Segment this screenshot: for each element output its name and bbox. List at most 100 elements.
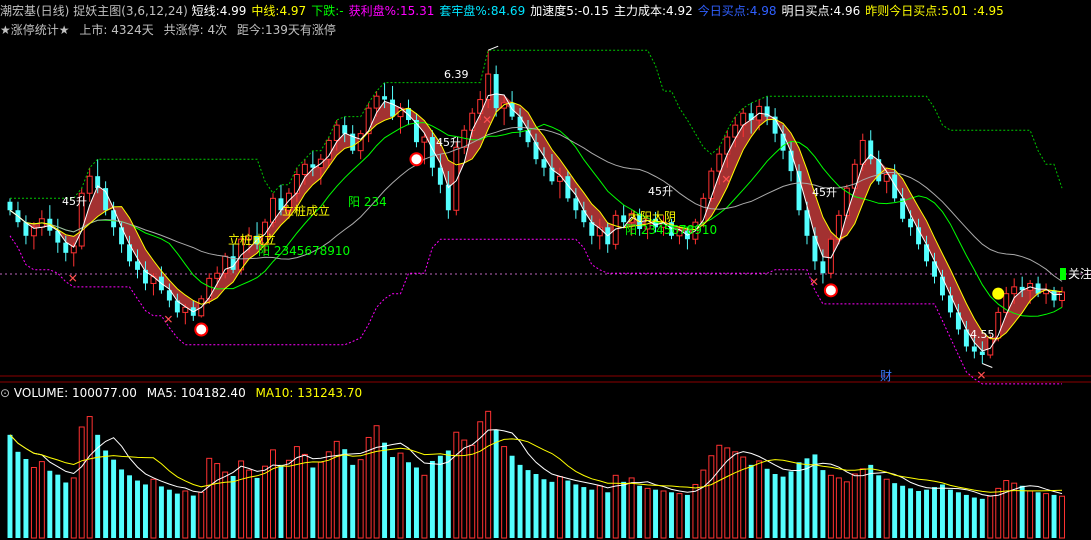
candle-body-up [301, 163, 308, 176]
volume-bar-down [166, 489, 172, 538]
volume-bar-down [493, 429, 499, 538]
volume-bar-down [533, 474, 539, 538]
rise-label-3: 45升 [648, 185, 673, 198]
volume-bar-down [1019, 485, 1025, 538]
volume-bar-down [684, 494, 690, 538]
volume-bar-down [637, 485, 643, 538]
candle-body-down [971, 346, 977, 352]
candle-body-up [333, 124, 340, 141]
volume-bar-up [198, 491, 205, 539]
volume-bar-up [214, 463, 221, 539]
volume-bar-down [47, 470, 53, 538]
volume-bar-down [932, 487, 937, 538]
volume-bar-down [876, 475, 882, 538]
candle-body-down [7, 201, 13, 211]
volume-bar-down [653, 489, 659, 538]
volume-bar-down [437, 455, 443, 538]
volume-bar-up [987, 495, 994, 539]
volume-bar-up [556, 476, 563, 539]
volume-bar-down [382, 442, 388, 538]
volume-bar-up [732, 451, 739, 539]
candle-body-up [1011, 286, 1018, 295]
candle-body-down [1051, 290, 1057, 301]
volume-bar-up [86, 416, 93, 539]
volume-bar-down [517, 464, 523, 538]
volume-bar-up [285, 459, 292, 539]
rise-label-2: 45升 [436, 136, 461, 149]
volume-bar-down [350, 464, 356, 538]
volume-bar-down [621, 481, 627, 538]
candle-body-up [214, 272, 221, 279]
support-line [9, 235, 1062, 385]
volume-bar-down [413, 467, 419, 538]
candle-body-down [820, 261, 826, 274]
volume-bar-up [692, 483, 699, 539]
volume-bar-down [868, 464, 874, 538]
volume-bar-down [158, 486, 164, 538]
candlestick-chart[interactable]: 6.39 4.55 45升 45升 45升 45升 立桩成立 立桩成立 阳 23… [0, 0, 1091, 540]
buy-signal-icon [409, 152, 424, 167]
candle-body-down [445, 184, 451, 211]
volume-bar-down [589, 489, 595, 538]
volume-bar-up [708, 455, 715, 539]
butterfly-signal-icon: ✕ [809, 275, 819, 289]
volume-bar-down [525, 470, 531, 538]
volume-bar-down [924, 489, 929, 538]
volume-bar-up [421, 474, 428, 539]
candle-body-down [621, 215, 627, 223]
volume-bar-up [453, 431, 460, 539]
volume-bar-down [23, 458, 29, 538]
candle-body-down [63, 242, 69, 253]
candle-body-down [573, 198, 579, 211]
volume-bar-down [1035, 492, 1041, 538]
volume-bar-up [1011, 482, 1018, 539]
volume-bar-up [628, 477, 635, 539]
volume-bar-up [150, 478, 157, 539]
yang-label-1: 阳 234 [348, 195, 387, 209]
volume-bar-up [373, 425, 380, 539]
high-pointer [487, 45, 499, 51]
volume-bar-up [851, 473, 858, 539]
candle-body-down [979, 351, 985, 355]
volume-bar-down [429, 460, 435, 538]
candle-body-down [908, 218, 914, 228]
volume-bar-up [660, 490, 667, 539]
pile-label-1: 立桩成立 [282, 203, 330, 218]
volume-bar-down [939, 484, 945, 538]
rise-label-1: 45升 [62, 195, 87, 208]
volume-bar-up [317, 461, 324, 539]
candle-body-down [788, 150, 794, 172]
volume-bar-down [963, 494, 969, 538]
candle-body-down [581, 210, 587, 223]
right-tag: 关注 [1068, 266, 1091, 281]
buy-signal-icon [823, 283, 838, 298]
volume-bar-down [565, 480, 571, 538]
buy-signal-icon [194, 322, 209, 337]
volume-bar-down [892, 483, 898, 538]
volume-bar-down [127, 475, 133, 538]
volume-bar-up [596, 485, 603, 539]
volume-bar-down [772, 474, 778, 538]
candle-body-down [382, 96, 388, 100]
right-tag-marker [1060, 268, 1066, 280]
volume-bar-down [820, 470, 826, 538]
volume-bar-up [1043, 493, 1050, 539]
volume-bar-up [1027, 490, 1034, 539]
candle-body-down [780, 133, 786, 151]
volume-bar-up [262, 465, 268, 539]
chart-annotations: 6.39 4.55 45升 45升 45升 45升 立桩成立 立桩成立 阳 23… [62, 45, 1091, 383]
rise-label-4: 45升 [812, 186, 837, 199]
volume-bar-down [174, 493, 180, 538]
volume-bar-down [230, 475, 236, 538]
low-price-label: 4.55 [970, 328, 995, 341]
volume-bar-up [397, 452, 404, 539]
volume-bar-up [676, 493, 683, 539]
candle-body-down [437, 167, 443, 185]
candle-body-up [859, 139, 866, 165]
volume-bar-down [947, 489, 953, 538]
volume-bar-down [669, 492, 674, 538]
volume-bar-up [700, 469, 707, 539]
candle-body-up [421, 136, 428, 143]
candle-body-down [939, 276, 945, 296]
candle-body-up [206, 277, 213, 300]
